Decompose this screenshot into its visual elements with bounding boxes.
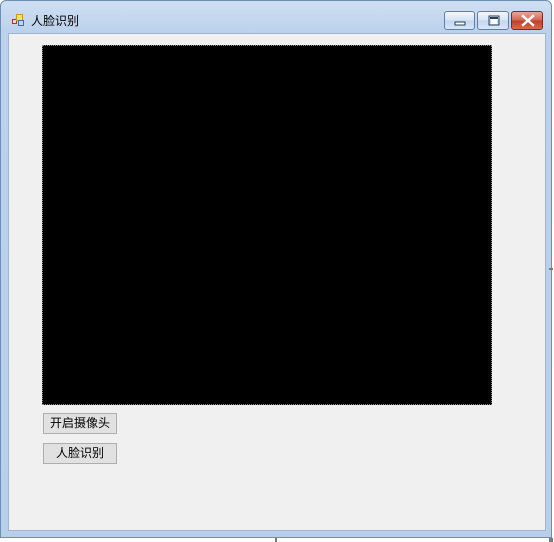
resize-handle-bottom[interactable]	[275, 538, 277, 542]
title-bar[interactable]: 人脸识别	[1, 1, 551, 33]
window-title: 人脸识别	[31, 14, 80, 28]
maximize-button[interactable]	[477, 11, 509, 30]
camera-preview	[42, 45, 492, 405]
resize-handle-corner[interactable]	[549, 538, 553, 542]
minimize-icon	[454, 21, 466, 26]
app-window: 人脸识别 开启摄像头 人脸识别	[0, 0, 552, 538]
open-camera-button[interactable]: 开启摄像头	[43, 413, 117, 434]
app-form-icon	[12, 14, 25, 26]
form-client-area: 开启摄像头 人脸识别	[8, 33, 546, 531]
minimize-button[interactable]	[444, 11, 475, 30]
resize-handle-right[interactable]	[549, 268, 553, 270]
close-icon	[521, 14, 535, 27]
close-button[interactable]	[511, 11, 543, 30]
maximize-icon	[488, 15, 500, 26]
face-recognition-button[interactable]: 人脸识别	[43, 443, 117, 464]
